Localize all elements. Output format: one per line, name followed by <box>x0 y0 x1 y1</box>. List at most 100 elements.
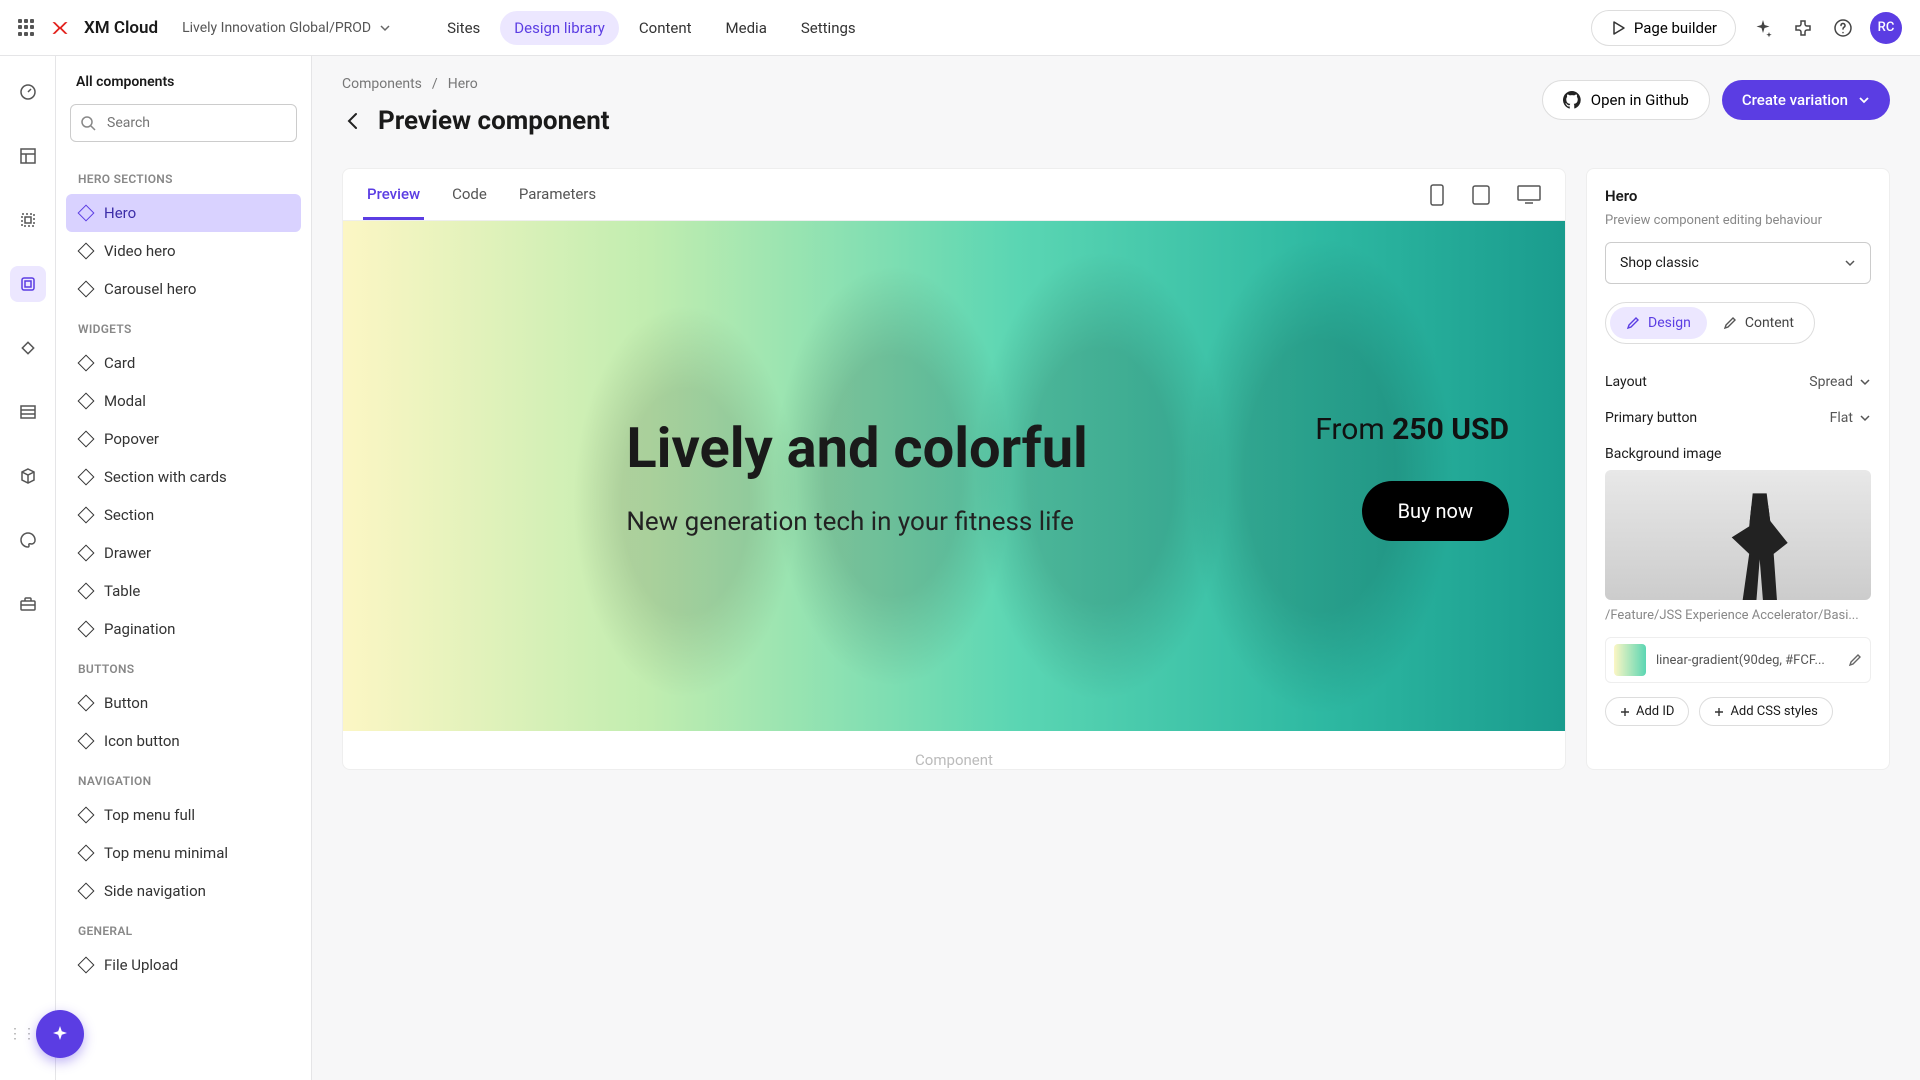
sidebar-item-table[interactable]: Table <box>66 572 301 610</box>
sidebar-item-carousel-hero[interactable]: Carousel hero <box>66 270 301 308</box>
sidebar-item-modal[interactable]: Modal <box>66 382 301 420</box>
sidebar-item-file-upload[interactable]: File Upload <box>66 946 301 984</box>
rail-palette[interactable] <box>10 522 46 558</box>
sidebar-item-popover[interactable]: Popover <box>66 420 301 458</box>
floating-action: ⋮⋮ <box>8 1010 84 1058</box>
sidebar-item-label: Section with cards <box>104 468 227 486</box>
back-arrow-icon[interactable] <box>342 110 364 132</box>
sidebar-item-card[interactable]: Card <box>66 344 301 382</box>
search-wrapper <box>70 104 297 142</box>
plus-icon <box>1714 707 1724 717</box>
add-css-button[interactable]: Add CSS styles <box>1699 697 1832 726</box>
gradient-value: linear-gradient(90deg, #FCF... <box>1656 653 1838 668</box>
open-github-label: Open in Github <box>1591 91 1689 109</box>
sidebar-item-pagination[interactable]: Pagination <box>66 610 301 648</box>
create-variation-label: Create variation <box>1742 91 1848 109</box>
avatar[interactable]: RC <box>1870 12 1902 44</box>
device-mobile-icon[interactable] <box>1425 180 1449 210</box>
sidebar-item-label: Drawer <box>104 544 151 562</box>
hero-cta-button[interactable]: Buy now <box>1362 481 1509 541</box>
diamond-icon <box>78 355 95 372</box>
nav-design-library[interactable]: Design library <box>500 11 619 45</box>
sidebar-item-label: Carousel hero <box>104 280 196 298</box>
add-id-label: Add ID <box>1636 704 1674 719</box>
price-prefix: From <box>1315 412 1392 447</box>
open-github-button[interactable]: Open in Github <box>1542 80 1710 120</box>
variation-value: Shop classic <box>1620 255 1699 271</box>
hero-preview: Lively and colorful New generation tech … <box>343 221 1565 731</box>
sparkle-icon[interactable] <box>1750 15 1776 41</box>
prop-layout-value[interactable]: Spread <box>1809 374 1871 390</box>
rail-components[interactable] <box>10 266 46 302</box>
rail-frame[interactable] <box>10 202 46 238</box>
nav-media[interactable]: Media <box>712 11 781 45</box>
sparkle-icon <box>49 1023 71 1045</box>
sidebar-item-drawer[interactable]: Drawer <box>66 534 301 572</box>
tab-parameters[interactable]: Parameters <box>515 169 600 220</box>
rail-diamond[interactable] <box>10 330 46 366</box>
prop-primary-button-label: Primary button <box>1605 410 1697 426</box>
sidebar-item-button[interactable]: Button <box>66 684 301 722</box>
play-icon <box>1610 20 1626 36</box>
sidebar-item-icon-button[interactable]: Icon button <box>66 722 301 760</box>
chevron-down-icon <box>379 22 391 34</box>
sidebar-item-label: Table <box>104 582 140 600</box>
gradient-row: linear-gradient(90deg, #FCF... <box>1605 637 1871 683</box>
preview-canvas: Preview Code Parameters Lively and color… <box>342 168 1566 770</box>
prop-primary-button: Primary button Flat <box>1605 400 1871 436</box>
add-id-button[interactable]: Add ID <box>1605 697 1689 726</box>
crumb-components[interactable]: Components <box>342 76 422 92</box>
nav-settings[interactable]: Settings <box>787 11 870 45</box>
ai-fab-button[interactable] <box>36 1010 84 1058</box>
diamond-icon <box>78 807 95 824</box>
sidebar-item-video-hero[interactable]: Video hero <box>66 232 301 270</box>
drag-handle-icon[interactable]: ⋮⋮ <box>8 1026 36 1042</box>
page-builder-button[interactable]: Page builder <box>1591 10 1736 46</box>
nav-content[interactable]: Content <box>625 11 706 45</box>
toggle-content[interactable]: Content <box>1707 307 1810 339</box>
prop-primary-button-value[interactable]: Flat <box>1830 410 1871 426</box>
rail-list[interactable] <box>10 394 46 430</box>
diamond-icon <box>78 621 95 638</box>
search-input[interactable] <box>70 104 297 142</box>
extension-icon[interactable] <box>1790 15 1816 41</box>
create-variation-button[interactable]: Create variation <box>1722 80 1890 120</box>
sidebar-item-hero[interactable]: Hero <box>66 194 301 232</box>
bg-thumbnail[interactable] <box>1605 470 1871 600</box>
prop-layout-label: Layout <box>1605 374 1647 390</box>
sidebar-item-section[interactable]: Section <box>66 496 301 534</box>
hero-price: From 250 USD <box>1315 412 1509 447</box>
variation-select[interactable]: Shop classic <box>1605 242 1871 284</box>
xm-cloud-logo-icon <box>50 18 70 38</box>
crumb-hero[interactable]: Hero <box>448 76 478 92</box>
tab-code[interactable]: Code <box>448 169 491 220</box>
group-buttons: BUTTONS <box>66 648 301 684</box>
toggle-design-label: Design <box>1648 315 1691 331</box>
sidebar-item-top-menu-full[interactable]: Top menu full <box>66 796 301 834</box>
toggle-design[interactable]: Design <box>1610 307 1707 339</box>
sidebar-item-section-cards[interactable]: Section with cards <box>66 458 301 496</box>
nav-sites[interactable]: Sites <box>433 11 494 45</box>
rail-package[interactable] <box>10 458 46 494</box>
main-area: Components / Hero Open in Github Create … <box>312 56 1920 1080</box>
diamond-icon <box>78 695 95 712</box>
diamond-icon <box>78 205 95 222</box>
sidebar-item-label: Top menu minimal <box>104 844 228 862</box>
design-content-toggle: Design Content <box>1605 302 1815 344</box>
sidebar-item-top-menu-minimal[interactable]: Top menu minimal <box>66 834 301 872</box>
rail-layout[interactable] <box>10 138 46 174</box>
topbar: XM Cloud Lively Innovation Global/PROD S… <box>0 0 1920 56</box>
help-icon[interactable] <box>1830 15 1856 41</box>
device-desktop-icon[interactable] <box>1513 180 1545 210</box>
apps-grid-icon[interactable] <box>18 19 36 37</box>
pen-icon <box>1723 316 1737 330</box>
tab-preview[interactable]: Preview <box>363 169 424 220</box>
project-selector[interactable]: Lively Innovation Global/PROD <box>182 20 391 36</box>
nav-rail <box>0 56 56 1080</box>
edit-gradient-icon[interactable] <box>1848 653 1862 667</box>
group-navigation: NAVIGATION <box>66 760 301 796</box>
device-tablet-icon[interactable] <box>1467 180 1495 210</box>
sidebar-item-side-navigation[interactable]: Side navigation <box>66 872 301 910</box>
rail-dashboard[interactable] <box>10 74 46 110</box>
rail-toolbox[interactable] <box>10 586 46 622</box>
